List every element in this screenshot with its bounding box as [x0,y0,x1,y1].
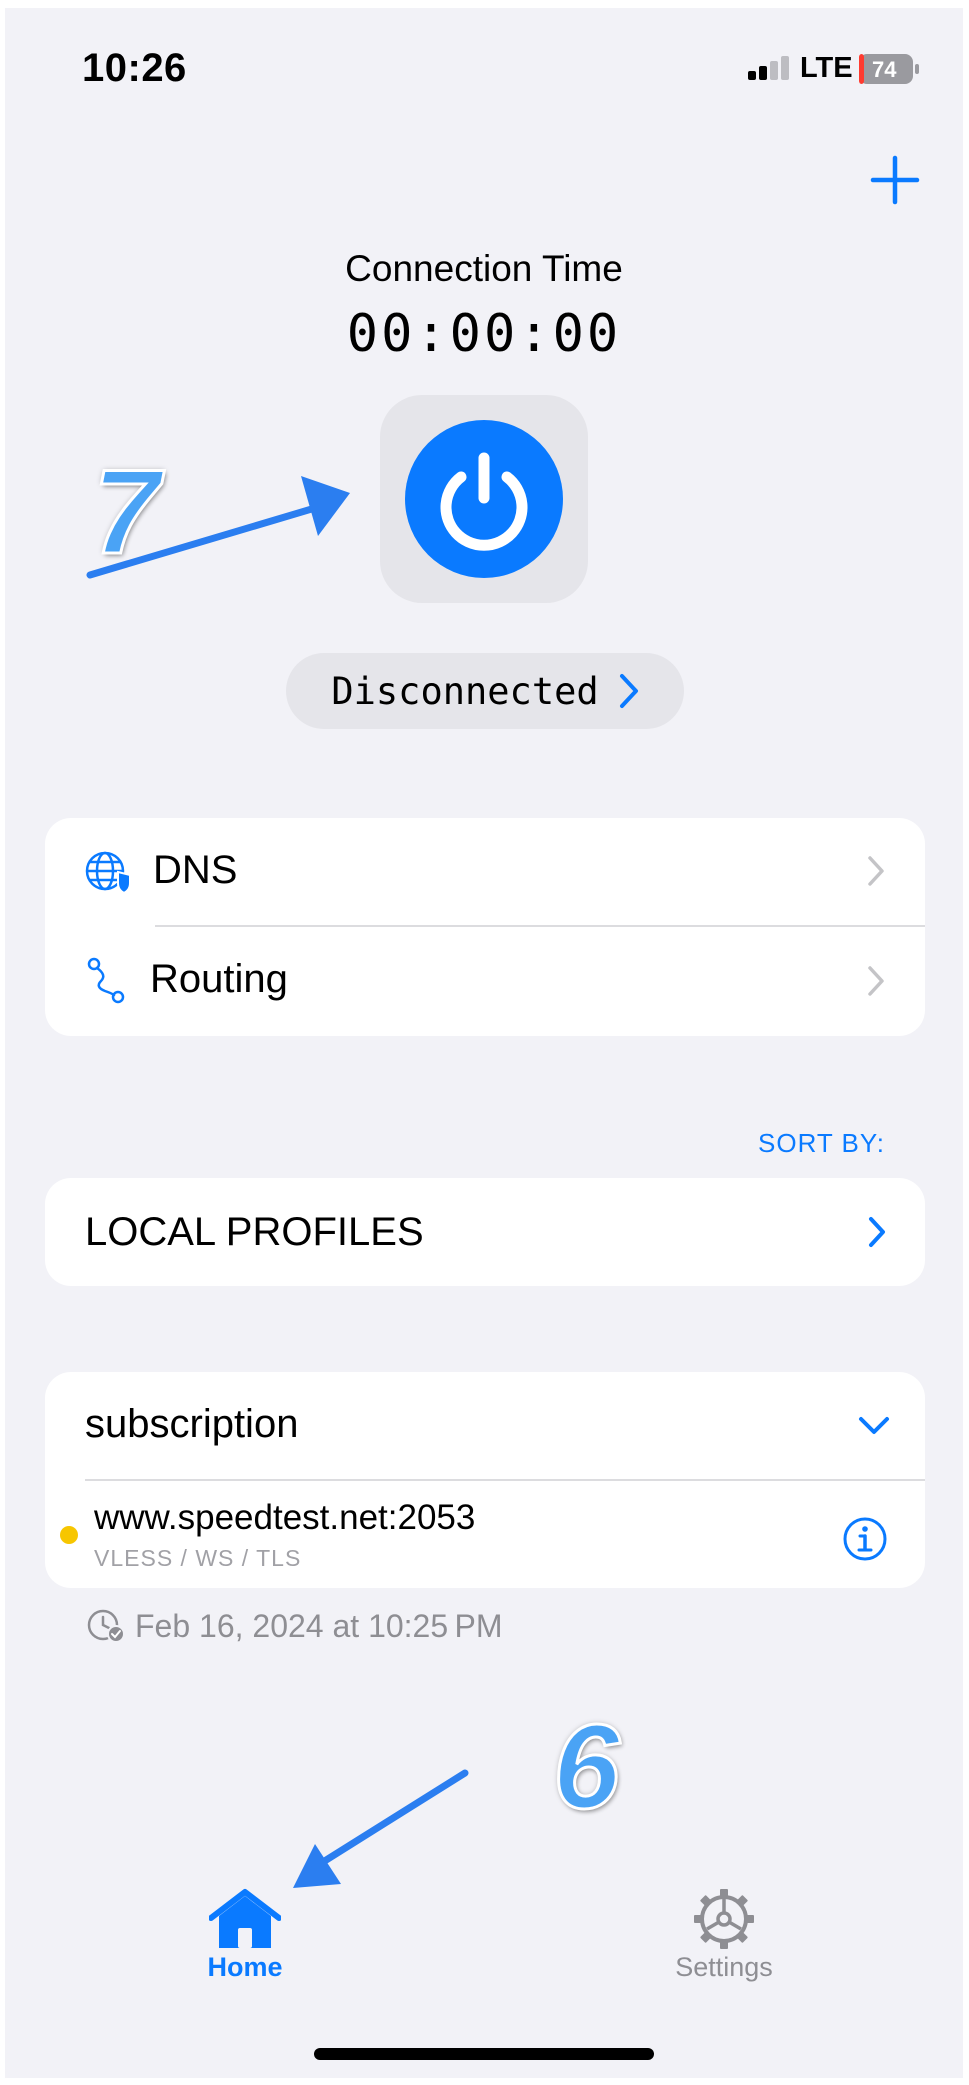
annotation-arrows [86,476,469,1888]
annotation-arrow-bottom [319,1769,469,1866]
annotation-arrowhead-top [301,476,350,536]
home-indicator [314,2048,654,2060]
home-icon [209,1889,281,1948]
app-screen: 10:26 LTE 74 Connection Time 00:00:00 Di… [5,8,963,2078]
tab-home-label: Home [207,1952,283,1982]
gear-icon [694,1889,754,1949]
annotation-step-6: 6 [552,1699,622,1836]
annotation-step-7: 7 [92,444,162,581]
tab-home[interactable]: Home [185,1888,305,1983]
tab-settings[interactable]: Settings [659,1888,789,1983]
tab-settings-label: Settings [675,1952,773,1982]
annotation-arrowhead-bottom [293,1844,341,1888]
